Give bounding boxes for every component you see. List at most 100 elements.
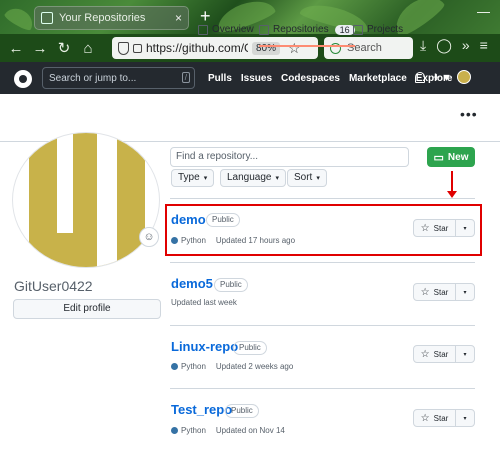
browser-right-icons: ⤓ ◯ » ≡ xyxy=(420,37,488,54)
create-new-dropdown[interactable]: + ▾ xyxy=(433,70,449,84)
new-tab-button[interactable]: + xyxy=(200,6,211,26)
repo-link[interactable]: Test_repo xyxy=(171,402,232,417)
star-label: Star xyxy=(433,287,449,297)
browser-tab-active[interactable]: Your Repositories × xyxy=(34,6,189,30)
github-logo-icon[interactable] xyxy=(14,70,32,88)
repo-link[interactable]: Linux-repo xyxy=(171,339,238,354)
set-status-emoji-button[interactable]: ☺ xyxy=(139,227,159,247)
minimize-window-button[interactable]: — xyxy=(477,4,490,19)
star-button-group: ☆ Star ▾ xyxy=(413,409,475,427)
star-label: Star xyxy=(433,349,449,359)
url-text[interactable]: https://github.com/Git xyxy=(146,41,248,55)
notification-bell-icon[interactable] xyxy=(415,71,425,83)
repo-updated: Updated last week xyxy=(171,298,237,307)
divider xyxy=(170,325,475,326)
repo-icon: ▭ xyxy=(433,151,444,164)
repo-language: Python xyxy=(181,426,206,435)
search-shortcut-badge: / xyxy=(181,72,190,83)
avatar-pattern xyxy=(97,233,117,267)
repo-meta: Python Updated 2 weeks ago xyxy=(171,362,293,371)
star-button[interactable]: ☆ Star xyxy=(414,346,456,362)
visibility-badge: Public xyxy=(214,278,248,292)
visibility-badge: Public xyxy=(233,341,267,355)
star-list-dropdown[interactable]: ▾ xyxy=(456,410,474,426)
menu-icon[interactable]: ≡ xyxy=(480,37,488,54)
repo-icon xyxy=(259,24,269,35)
edit-profile-button[interactable]: Edit profile xyxy=(13,299,161,319)
repo-count-badge: 16 xyxy=(334,24,355,35)
profile-avatar[interactable] xyxy=(12,132,160,268)
tab-overview-label: Overview xyxy=(212,24,254,35)
divider xyxy=(170,198,475,199)
tab-repositories-label: Repositories xyxy=(273,24,329,35)
shield-icon[interactable] xyxy=(118,41,129,55)
forward-icon[interactable]: → xyxy=(28,40,52,57)
repo-link[interactable]: demo5 xyxy=(171,276,213,291)
book-icon xyxy=(198,24,208,35)
home-icon[interactable]: ⌂ xyxy=(76,40,100,57)
type-filter-dropdown[interactable]: Type ▾ xyxy=(171,169,215,187)
repo-language: Python xyxy=(181,362,206,371)
star-icon: ☆ xyxy=(420,286,430,298)
language-color-dot xyxy=(171,363,178,370)
highlight-box xyxy=(165,204,482,256)
repo-meta: Updated last week xyxy=(171,298,237,307)
github-search-input[interactable]: Search or jump to... / xyxy=(42,67,195,89)
sort-filter-label: Sort xyxy=(294,172,313,183)
tab-projects[interactable]: Projects xyxy=(353,24,403,35)
chevron-down-icon: ▾ xyxy=(203,175,208,182)
tab-overview[interactable]: Overview xyxy=(198,24,254,35)
star-icon: ☆ xyxy=(420,348,430,360)
divider xyxy=(170,388,475,389)
avatar-pattern xyxy=(29,233,145,267)
annotation-arrow-icon xyxy=(451,171,453,193)
reload-icon[interactable]: ↻ xyxy=(52,39,76,57)
star-button[interactable]: ☆ Star xyxy=(414,410,456,426)
nav-pulls[interactable]: Pulls xyxy=(208,73,232,84)
repo-updated: Updated on Nov 14 xyxy=(215,426,285,435)
background-leaf xyxy=(3,3,37,33)
user-avatar-menu[interactable] xyxy=(457,70,472,84)
star-label: Star xyxy=(433,413,449,423)
language-filter-dropdown[interactable]: Language ▾ xyxy=(220,169,287,187)
star-button[interactable]: ☆ Star xyxy=(414,284,456,300)
nav-issues[interactable]: Issues xyxy=(241,73,272,84)
github-header-actions: + ▾ xyxy=(415,70,472,84)
back-icon[interactable]: ← xyxy=(4,40,28,57)
account-icon[interactable]: ◯ xyxy=(436,37,452,54)
tab-title: Your Repositories xyxy=(59,12,146,24)
star-list-dropdown[interactable]: ▾ xyxy=(456,284,474,300)
annotation-arrowhead-icon xyxy=(447,191,457,198)
star-button-group: ☆ Star ▾ xyxy=(413,345,475,363)
table-icon xyxy=(353,24,363,35)
chevron-down-icon: ▾ xyxy=(275,175,280,182)
find-repository-input[interactable]: Find a repository... xyxy=(170,147,409,167)
more-options-icon[interactable]: ••• xyxy=(460,106,478,122)
new-repository-button[interactable]: ▭ New xyxy=(427,147,475,167)
sort-filter-dropdown[interactable]: Sort ▾ xyxy=(287,169,327,187)
lock-icon[interactable] xyxy=(133,43,142,53)
type-filter-label: Type xyxy=(178,172,200,183)
tab-projects-label: Projects xyxy=(367,24,404,35)
tab-favicon-icon xyxy=(41,12,53,24)
new-button-label: New xyxy=(447,151,469,163)
profile-username: GitUser0422 xyxy=(14,278,93,294)
star-list-dropdown[interactable]: ▾ xyxy=(456,346,474,362)
tab-repositories[interactable]: Repositories 16 xyxy=(259,24,355,47)
nav-marketplace[interactable]: Marketplace xyxy=(349,73,407,84)
github-search-placeholder: Search or jump to... xyxy=(49,72,137,84)
avatar-pattern xyxy=(73,133,97,233)
language-color-dot xyxy=(171,427,178,434)
star-button-group: ☆ Star ▾ xyxy=(413,283,475,301)
divider xyxy=(170,262,475,263)
download-icon[interactable]: ⤓ xyxy=(420,37,426,54)
extensions-overflow-icon[interactable]: » xyxy=(462,37,470,54)
nav-codespaces[interactable]: Codespaces xyxy=(281,73,340,84)
chevron-down-icon: ▾ xyxy=(316,175,320,182)
repo-meta: Python Updated on Nov 14 xyxy=(171,426,285,435)
language-filter-label: Language xyxy=(227,172,272,183)
repo-updated: Updated 2 weeks ago xyxy=(215,362,294,371)
visibility-badge: Public xyxy=(225,404,259,418)
star-icon: ☆ xyxy=(420,412,430,424)
close-tab-icon[interactable]: × xyxy=(175,11,182,25)
